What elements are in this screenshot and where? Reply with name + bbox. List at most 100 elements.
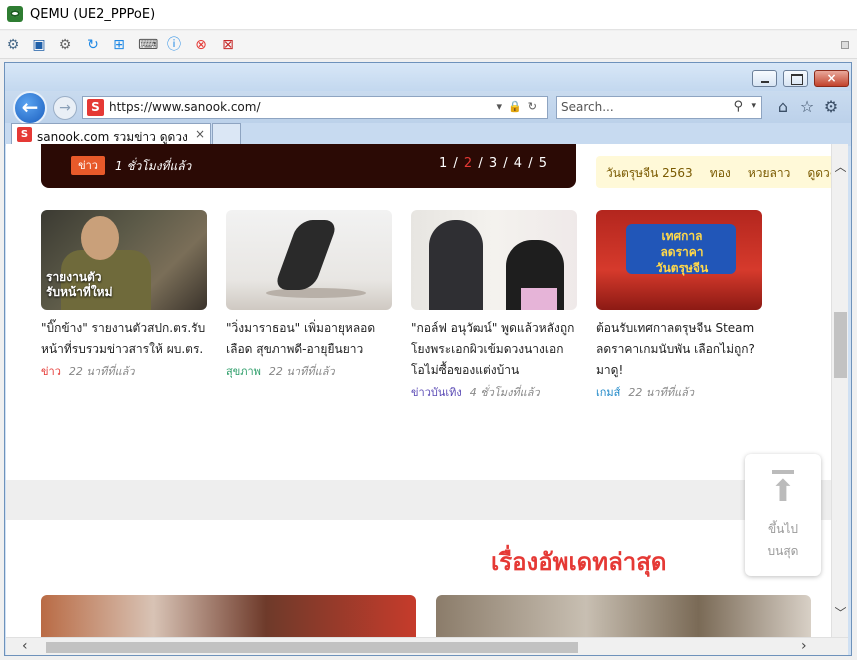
tab-strip: S sanook.com รวมข่าว ดูดวง ห... × — [5, 123, 851, 146]
vertical-scrollbar[interactable]: ︿ ﹀ — [831, 144, 848, 637]
news-card[interactable]: รายงานตัว รับหน้าที่ใหม่ "บิ๊กข้าง" รายง… — [41, 210, 207, 380]
search-dropdown-icon[interactable]: ▾ — [751, 101, 756, 111]
news-card-time: 4 ชั่วโมงที่แล้ว — [469, 386, 540, 399]
arrow-up-icon: ⬆ — [770, 474, 796, 509]
image-caption-line: เทศกาล — [661, 229, 703, 243]
eject-icon[interactable]: ⊠ — [219, 36, 237, 54]
news-time: 1 ชั่วโมงที่แล้ว — [115, 159, 192, 173]
news-pager: 1 / 2 / 3 / 4 / 5 — [438, 156, 548, 171]
qemu-toolbar: ⚙ ▣ ⚙ ↻ ⊞ ⌨ ⓘ ⊗ ⊠ — [0, 31, 857, 59]
news-card[interactable]: "กอล์ฟ อนุวัฒน์" พูดแล้วหลังถูกโยงพระเอก… — [411, 210, 577, 401]
tag-link[interactable]: วันตรุษจีน 2563 — [606, 164, 693, 183]
search-input[interactable] — [561, 100, 721, 114]
minimize-button[interactable] — [752, 70, 777, 87]
news-card-time: 22 นาทีที่แล้ว — [628, 386, 695, 399]
back-to-top-button[interactable]: ⬆ ขึ้นไป บนสุด — [745, 454, 821, 576]
news-card-category[interactable]: สุขภาพ — [226, 365, 261, 378]
image-caption-line: รับหน้าที่ใหม่ — [46, 285, 113, 299]
news-card-image[interactable] — [411, 210, 577, 310]
news-card-meta: ข่าว 22 นาทีที่แล้ว — [41, 362, 207, 380]
news-card-image[interactable]: เทศกาล ลดราคา วันตรุษจีน — [596, 210, 762, 310]
news-badge[interactable]: ข่าว — [71, 156, 105, 175]
scroll-right-icon[interactable]: › — [801, 638, 807, 654]
image-caption-line: ลดราคา — [660, 245, 704, 259]
qemu-logo-icon — [7, 6, 23, 22]
tab-favicon-icon: S — [17, 127, 32, 142]
vertical-scroll-thumb[interactable] — [834, 312, 847, 378]
news-card[interactable]: เทศกาล ลดราคา วันตรุษจีน ต้อนรับเทศกาลตร… — [596, 210, 762, 401]
trending-tags: วันตรุษจีน 2563 ทอง หวยลาว ดูดวงปี 2 — [596, 156, 831, 188]
lock-icon[interactable]: 🔒 — [508, 100, 528, 113]
scroll-up-icon[interactable]: ︿ — [832, 158, 849, 174]
network-icon[interactable]: ⚙ — [4, 36, 22, 54]
image-caption-line: วันตรุษจีน — [655, 261, 709, 275]
news-card-category[interactable]: ข่าว — [41, 365, 61, 378]
keyboard-icon[interactable]: ⌨ — [138, 36, 158, 54]
forward-arrow-icon[interactable]: → — [53, 96, 77, 120]
news-card-title[interactable]: "บิ๊กข้าง" รายงานตัวสปก.ตร.รับหน้าที่รบร… — [41, 318, 207, 360]
maximize-button[interactable] — [783, 70, 808, 87]
news-card-image[interactable] — [226, 210, 392, 310]
pager-item[interactable]: 1 — [439, 156, 448, 171]
news-card-image[interactable]: รายงานตัว รับหน้าที่ใหม่ — [41, 210, 207, 310]
tag-link[interactable]: ดูดวงปี 2 — [807, 164, 831, 183]
back-to-top-line: บนสุด — [767, 544, 799, 558]
address-actions[interactable]: ▾🔒↻ — [497, 100, 543, 113]
news-card-meta: ข่าวบันเทิง 4 ชั่วโมงที่แล้ว — [411, 383, 577, 401]
new-tab-button[interactable] — [212, 123, 241, 146]
news-card-category[interactable]: ข่าวบันเทิง — [411, 386, 462, 399]
refresh-icon[interactable]: ↻ — [528, 100, 543, 113]
stop-icon[interactable]: ⊗ — [192, 36, 210, 54]
address-bar[interactable]: S https://www.sanook.com/ ▾🔒↻ — [82, 96, 548, 119]
pager-item-active[interactable]: 2 — [464, 156, 473, 171]
qemu-window-title: QEMU (UE2_PPPoE) — [30, 7, 156, 22]
browser-caption: × — [5, 63, 851, 91]
news-card-category[interactable]: เกมส์ — [596, 386, 620, 399]
image-shape — [429, 220, 483, 310]
image-shape — [81, 216, 119, 260]
tag-link[interactable]: ทอง — [710, 164, 731, 183]
news-card-title[interactable]: "กอล์ฟ อนุวัฒน์" พูดแล้วหลังถูกโยงพระเอก… — [411, 318, 577, 381]
horizontal-scrollbar[interactable]: ‹ › — [6, 637, 848, 655]
star-icon[interactable]: ☆ — [797, 97, 817, 117]
tab-close-icon[interactable]: × — [195, 127, 205, 141]
news-ticker-bar: ข่าว 1 ชั่วโมงที่แล้ว 1 / 2 / 3 / 4 / 5 — [41, 144, 576, 188]
scroll-left-icon[interactable]: ‹ — [22, 638, 28, 654]
dropdown-icon[interactable]: ▾ — [497, 100, 509, 113]
back-arrow-icon[interactable]: ← — [13, 91, 47, 125]
gear-icon[interactable]: ⚙ — [821, 97, 841, 117]
pager-item[interactable]: 5 — [539, 156, 548, 171]
horizontal-scroll-thumb[interactable] — [46, 642, 578, 653]
fullscreen-icon[interactable]: ▣ — [30, 36, 48, 54]
latest-story-image[interactable] — [436, 595, 811, 637]
url-text[interactable]: https://www.sanook.com/ — [109, 100, 261, 114]
refresh-icon[interactable]: ↻ — [84, 36, 102, 54]
image-caption: รายงานตัว รับหน้าที่ใหม่ — [46, 270, 113, 300]
section-divider — [6, 480, 831, 520]
windows-icon[interactable]: ⊞ — [110, 36, 128, 54]
pager-item[interactable]: 4 — [514, 156, 523, 171]
qemu-title-bar: QEMU (UE2_PPPoE) — [0, 0, 857, 30]
news-card-title[interactable]: ต้อนรับเทศกาลตรุษจีน Steam ลดราคาเกมนับพ… — [596, 318, 762, 381]
news-card-time: 22 นาทีที่แล้ว — [68, 365, 135, 378]
back-to-top-label: ขึ้นไป บนสุด — [745, 518, 821, 562]
settings-icon[interactable]: ⚙ — [56, 36, 74, 54]
info-icon[interactable]: ⓘ — [165, 36, 183, 54]
scroll-down-icon[interactable]: ﹀ — [832, 604, 849, 620]
toolbar-resize-handle[interactable] — [841, 41, 849, 49]
close-window-button[interactable]: × — [814, 70, 849, 87]
home-icon[interactable]: ⌂ — [773, 97, 793, 117]
news-card-time: 22 นาทีที่แล้ว — [268, 365, 335, 378]
search-box[interactable]: ⚲ ▾ — [556, 96, 762, 119]
search-icon[interactable]: ⚲ — [733, 99, 743, 114]
news-card-title[interactable]: "วิ่งมาราธอน" เพิ่มอายุหลอดเลือด สุขภาพด… — [226, 318, 392, 360]
news-card-meta: เกมส์ 22 นาทีที่แล้ว — [596, 383, 762, 401]
tab-sanook[interactable]: S sanook.com รวมข่าว ดูดวง ห... × — [11, 123, 211, 146]
tag-link[interactable]: หวยลาว — [748, 164, 791, 183]
news-card[interactable]: "วิ่งมาราธอน" เพิ่มอายุหลอดเลือด สุขภาพด… — [226, 210, 392, 380]
image-shape — [521, 288, 557, 310]
latest-story-image[interactable] — [41, 595, 416, 637]
pager-item[interactable]: 3 — [489, 156, 498, 171]
image-caption-line: รายงานตัว — [46, 270, 102, 284]
image-shape — [266, 288, 366, 298]
